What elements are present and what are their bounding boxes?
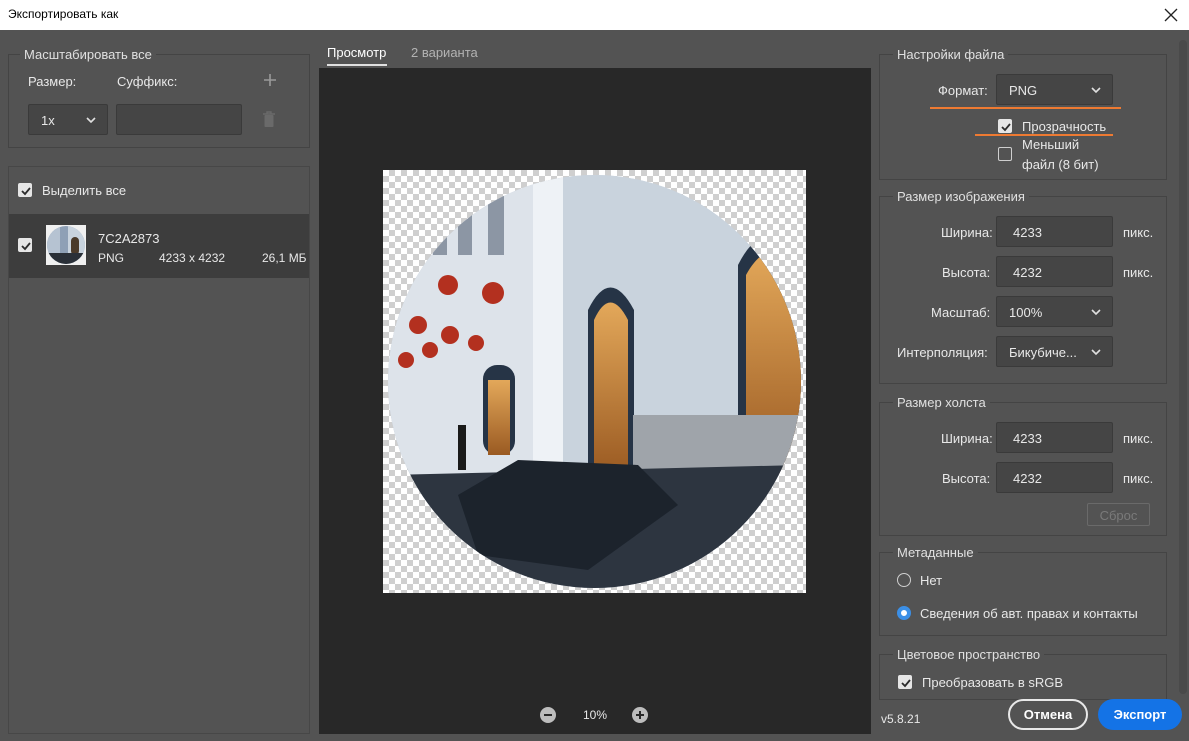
- image-height-unit: пикс.: [1123, 265, 1154, 280]
- scale-all-title: Масштабировать все: [20, 47, 156, 62]
- image-size-title: Размер изображения: [893, 189, 1029, 204]
- asset-file-size: 26,1 МБ: [262, 251, 307, 265]
- image-height-input[interactable]: 4232: [996, 256, 1113, 287]
- transparency-checkbox[interactable]: [998, 119, 1012, 133]
- preview-image: [388, 175, 801, 588]
- asset-row[interactable]: 7C2A2873 PNG 4233 x 4232 26,1 МБ: [9, 214, 309, 278]
- file-settings-title: Настройки файла: [893, 47, 1009, 62]
- metadata-none-radio[interactable]: [897, 573, 911, 587]
- close-icon[interactable]: [1159, 3, 1183, 27]
- suffix-label: Суффикс:: [117, 74, 178, 89]
- interpolation-select[interactable]: Бикубиче...: [996, 336, 1113, 367]
- interpolation-value: Бикубиче...: [1009, 345, 1077, 360]
- asset-thumbnail: [46, 225, 86, 265]
- chevron-down-icon: [1090, 84, 1102, 96]
- asset-format: PNG: [98, 251, 125, 265]
- asset-checkbox[interactable]: [18, 238, 32, 252]
- canvas-height-unit: пикс.: [1123, 471, 1154, 486]
- canvas-height-label: Высота:: [942, 471, 991, 486]
- format-select[interactable]: PNG: [996, 74, 1113, 105]
- smaller-file-label-line2: файл (8 бит): [1022, 157, 1099, 172]
- image-width-unit: пикс.: [1123, 225, 1154, 240]
- title-bar: Экспортировать как: [0, 0, 1189, 30]
- chevron-down-icon: [1090, 306, 1102, 318]
- transparency-highlight: [975, 134, 1113, 136]
- format-highlight: [930, 107, 1121, 109]
- tab-preview-underline: [327, 64, 387, 66]
- asset-name: 7C2A2873: [98, 231, 160, 246]
- format-label: Формат:: [938, 83, 988, 98]
- canvas-width-unit: пикс.: [1123, 431, 1154, 446]
- scale-size-value: 1x: [41, 113, 55, 128]
- asset-dimensions: 4233 x 4232: [159, 251, 226, 265]
- convert-srgb-label: Преобразовать в sRGB: [922, 675, 1064, 690]
- interpolation-label: Интерполяция:: [897, 345, 988, 360]
- metadata-title: Метаданные: [893, 545, 978, 560]
- format-value: PNG: [1009, 83, 1038, 98]
- zoom-in-icon[interactable]: [632, 707, 648, 723]
- canvas-size-title: Размер холста: [893, 395, 990, 410]
- image-width-label: Ширина:: [941, 225, 993, 240]
- reset-button[interactable]: Сброс: [1087, 503, 1150, 526]
- chevron-down-icon: [1090, 346, 1102, 358]
- window-title: Экспортировать как: [8, 7, 119, 21]
- image-height-label: Высота:: [942, 265, 991, 280]
- metadata-panel: [879, 552, 1167, 636]
- zoom-out-icon[interactable]: [540, 707, 556, 723]
- scale-value: 100%: [1009, 305, 1043, 320]
- metadata-copyright-radio[interactable]: [897, 606, 911, 620]
- tab-preview[interactable]: Просмотр: [327, 45, 386, 60]
- zoom-level: 10%: [583, 708, 608, 722]
- scale-select[interactable]: 100%: [996, 296, 1113, 327]
- transparency-label: Прозрачность: [1022, 119, 1107, 134]
- export-button[interactable]: Экспорт: [1098, 699, 1182, 730]
- cancel-button[interactable]: Отмена: [1008, 699, 1088, 730]
- select-all-label: Выделить все: [42, 183, 127, 198]
- smaller-file-label-line1: Меньший: [1022, 137, 1080, 152]
- suffix-input[interactable]: [116, 104, 242, 135]
- size-label: Размер:: [28, 74, 77, 89]
- select-all-checkbox[interactable]: [18, 183, 32, 197]
- canvas-height-input[interactable]: 4232: [996, 462, 1113, 493]
- chevron-down-icon: [85, 114, 97, 126]
- metadata-none-label: Нет: [920, 573, 943, 588]
- color-space-title: Цветовое пространство: [893, 647, 1045, 662]
- canvas-width-input[interactable]: 4233: [996, 422, 1113, 453]
- scale-label: Масштаб:: [931, 305, 991, 320]
- scale-size-select[interactable]: 1x: [28, 104, 108, 135]
- add-scale-icon[interactable]: [262, 72, 278, 88]
- convert-srgb-checkbox[interactable]: [898, 675, 912, 689]
- trash-icon[interactable]: [261, 110, 277, 128]
- canvas-width-label: Ширина:: [941, 431, 993, 446]
- version-label: v5.8.21: [881, 712, 921, 726]
- smaller-file-checkbox[interactable]: [998, 147, 1012, 161]
- image-width-input[interactable]: 4233: [996, 216, 1113, 247]
- metadata-copyright-label: Сведения об авт. правах и контакты: [920, 606, 1138, 621]
- tab-variants[interactable]: 2 варианта: [411, 45, 478, 60]
- right-scrollbar[interactable]: [1179, 40, 1187, 694]
